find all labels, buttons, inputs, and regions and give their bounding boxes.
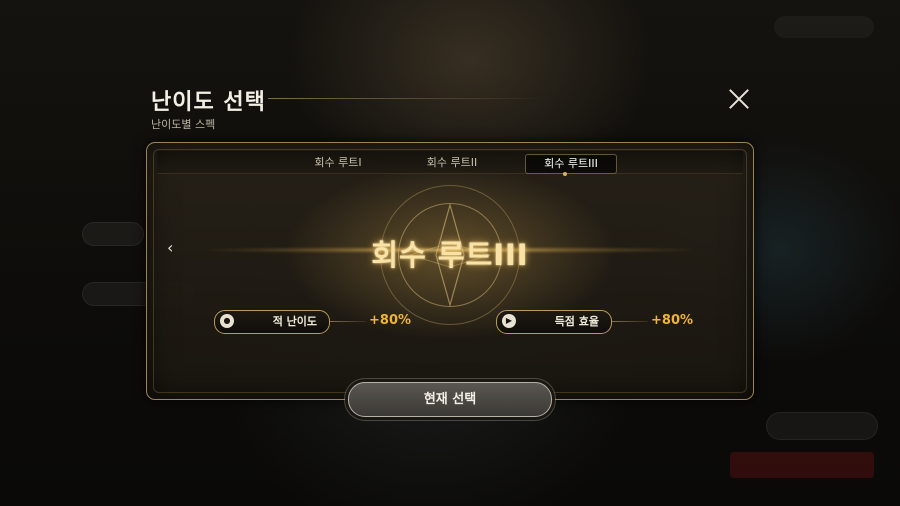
skull-icon: ● — [220, 314, 234, 328]
page-title: 난이도 선택 — [151, 90, 266, 115]
score-efficiency-label: 득점 효율 — [554, 315, 599, 328]
stat-connector — [612, 321, 648, 322]
score-efficiency-value: +80% — [651, 313, 694, 328]
prev-route-arrow-icon[interactable]: ‹ — [167, 239, 183, 257]
play-circle-icon: ▶ — [502, 314, 516, 328]
tab-route-3[interactable]: 회수 루트III — [525, 154, 617, 174]
background-action-button — [730, 452, 874, 478]
route-tabs: 회수 루트I 회수 루트II 회수 루트III — [157, 151, 743, 174]
background-pill — [766, 412, 878, 440]
enemy-difficulty-label: 적 난이도 — [272, 315, 317, 328]
close-icon[interactable] — [726, 86, 752, 112]
tab-route-1[interactable]: 회수 루트I — [300, 154, 376, 172]
title-divider — [268, 98, 548, 99]
route-title: 회수 루트III — [371, 238, 529, 272]
stat-connector — [330, 321, 366, 322]
active-tab-indicator — [563, 172, 567, 176]
score-efficiency-pill: ▶ 득점 효율 — [496, 310, 612, 334]
background-pill — [82, 222, 144, 246]
tab-route-2[interactable]: 회수 루트II — [414, 154, 490, 172]
page-subtitle: 난이도별 스펙 — [151, 118, 216, 131]
enemy-difficulty-value: +80% — [369, 313, 412, 328]
difficulty-panel: 회수 루트I 회수 루트II 회수 루트III 회수 루트III ‹ ● 적 난… — [146, 142, 754, 400]
confirm-selection-button[interactable]: 현재 선택 — [348, 382, 552, 417]
enemy-difficulty-pill: ● 적 난이도 — [214, 310, 330, 334]
background-currency-pill — [774, 16, 874, 38]
